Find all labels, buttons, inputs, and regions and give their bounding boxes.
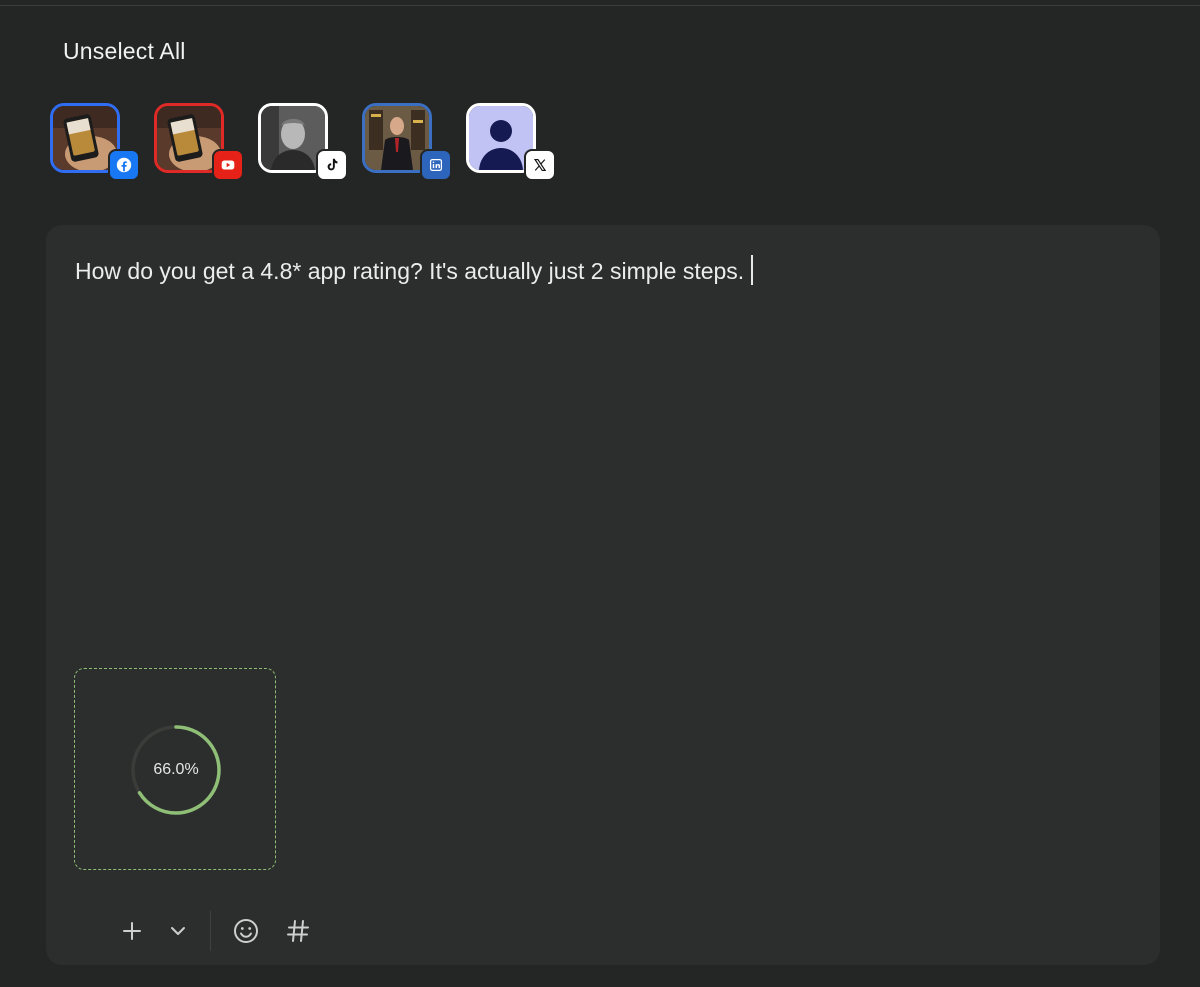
account-youtube[interactable] xyxy=(154,103,244,181)
post-text: How do you get a 4.8* app rating? It's a… xyxy=(75,258,745,284)
upload-progress: 66.0% xyxy=(130,724,222,816)
emoji-icon xyxy=(234,919,258,943)
add-media-button[interactable] xyxy=(116,915,148,947)
tiktok-icon xyxy=(316,149,348,181)
unselect-all-button[interactable]: Unselect All xyxy=(63,38,186,65)
add-icon xyxy=(123,922,141,940)
top-divider xyxy=(0,5,1200,6)
emoji-button[interactable] xyxy=(230,915,262,947)
hashtag-icon xyxy=(287,920,309,942)
text-cursor xyxy=(751,255,754,285)
hashtag-button[interactable] xyxy=(282,915,314,947)
post-composer[interactable]: How do you get a 4.8* app rating? It's a… xyxy=(46,225,1160,965)
account-tiktok[interactable] xyxy=(258,103,348,181)
account-x[interactable] xyxy=(466,103,556,181)
media-upload-box[interactable]: 66.0% xyxy=(74,668,276,870)
toolbar-divider xyxy=(210,911,211,951)
account-selector xyxy=(48,103,568,183)
progress-percent: 66.0% xyxy=(153,761,199,778)
account-linkedin[interactable] xyxy=(362,103,452,181)
chevron-down-icon xyxy=(171,927,185,935)
account-facebook[interactable] xyxy=(50,103,140,181)
composer-toolbar xyxy=(116,911,356,951)
add-media-dropdown-button[interactable] xyxy=(162,915,194,947)
post-text-editor[interactable]: How do you get a 4.8* app rating? It's a… xyxy=(75,255,1125,285)
linkedin-icon xyxy=(420,149,452,181)
x-icon xyxy=(524,149,556,181)
facebook-icon xyxy=(108,149,140,181)
youtube-icon xyxy=(212,149,244,181)
